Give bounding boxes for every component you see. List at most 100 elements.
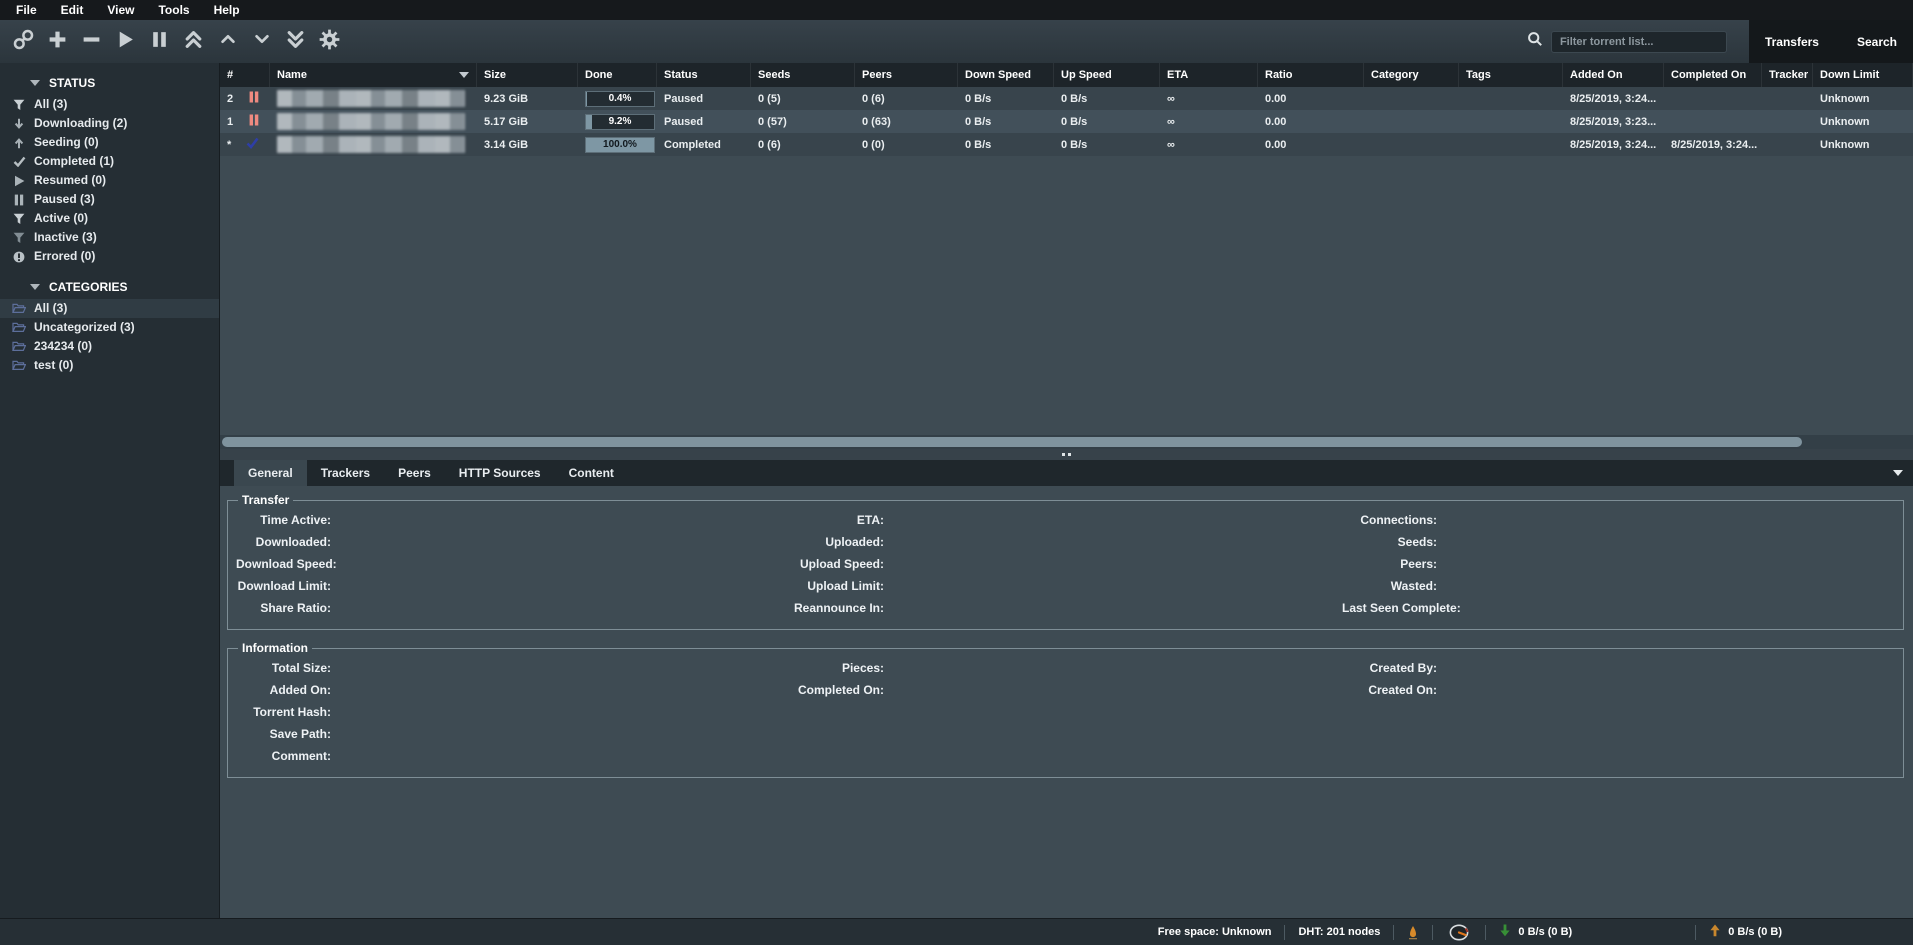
options-button[interactable]: [316, 28, 343, 55]
move-down-button[interactable]: [248, 28, 275, 55]
tab-transfers[interactable]: Transfers: [1765, 35, 1819, 49]
column-header-label: Peers: [862, 69, 892, 81]
detail-tab-content[interactable]: Content: [555, 460, 628, 486]
detail-label: Downloaded:: [236, 535, 331, 549]
move-up-button[interactable]: [214, 28, 241, 55]
column-header-label: Down Limit: [1820, 69, 1879, 81]
cell-name: [270, 133, 477, 156]
progress-label: 9.2%: [586, 115, 654, 129]
detail-row: Comment:: [236, 745, 789, 767]
detail-tab-http-sources[interactable]: HTTP Sources: [445, 460, 555, 486]
column-header-up-speed[interactable]: Up Speed: [1054, 63, 1160, 87]
cell-category: [1364, 87, 1459, 110]
panel-splitter-handle[interactable]: [220, 449, 1913, 460]
column-header-tags[interactable]: Tags: [1459, 63, 1563, 87]
status-filter-inactive[interactable]: Inactive (3): [0, 228, 219, 247]
column-header-tracker[interactable]: Tracker: [1762, 63, 1813, 87]
detail-tab-trackers[interactable]: Trackers: [307, 460, 384, 486]
cell-status: Completed: [657, 133, 751, 156]
category-uncategorized[interactable]: Uncategorized (3): [0, 318, 219, 337]
column-header-eta[interactable]: ETA: [1160, 63, 1258, 87]
status-filter-downloading[interactable]: Downloading (2): [0, 114, 219, 133]
cell-done: 9.2%: [578, 110, 657, 133]
torrent-row[interactable]: 29.23 GiB0.4%Paused0 (5)0 (6)0 B/s0 B/s∞…: [220, 87, 1913, 110]
filter-torrent-input[interactable]: [1551, 31, 1727, 53]
status-section-header[interactable]: STATUS: [0, 72, 219, 95]
cell-seeds: 0 (57): [751, 110, 855, 133]
cell-num: 2: [220, 87, 270, 110]
detail-row: Created On:: [1342, 679, 1895, 701]
cell-down-speed: 0 B/s: [958, 110, 1054, 133]
category-234234[interactable]: 234234 (0): [0, 337, 219, 356]
column-header-category[interactable]: Category: [1364, 63, 1459, 87]
resume-button[interactable]: [112, 28, 139, 55]
column-header-label: #: [227, 69, 233, 81]
move-down-icon: [253, 30, 271, 53]
cell-completed-on: 8/25/2019, 3:24...: [1664, 133, 1762, 156]
status-filter-seeding[interactable]: Seeding (0): [0, 133, 219, 152]
detail-row: Connections:: [1342, 509, 1895, 531]
scrollbar-thumb[interactable]: [222, 437, 1802, 447]
status-header-label: STATUS: [49, 76, 95, 90]
column-header-label: Tags: [1466, 69, 1491, 81]
tab-search[interactable]: Search: [1857, 35, 1897, 49]
menu-help[interactable]: Help: [202, 0, 252, 20]
category-label: test (0): [34, 359, 73, 372]
move-bottom-button[interactable]: [282, 28, 309, 55]
status-filter-completed[interactable]: Completed (1): [0, 152, 219, 171]
status-filter-active[interactable]: Active (0): [0, 209, 219, 228]
check-icon: [12, 156, 26, 167]
status-filter-all[interactable]: All (3): [0, 95, 219, 114]
funnel-icon: [12, 213, 26, 225]
alt-speed-limits-icon[interactable]: [1433, 919, 1485, 945]
detail-row: Seeds:: [1342, 531, 1895, 553]
torrent-row[interactable]: 15.17 GiB9.2%Paused0 (57)0 (63)0 B/s0 B/…: [220, 110, 1913, 133]
column-header-name[interactable]: Name: [270, 63, 477, 87]
menu-view[interactable]: View: [95, 0, 146, 20]
category-label: All (3): [34, 302, 67, 315]
cell-status: Paused: [657, 110, 751, 133]
column-header-ratio[interactable]: Ratio: [1258, 63, 1364, 87]
status-filter-label: Completed (1): [34, 155, 114, 168]
menu-file[interactable]: File: [4, 0, 49, 20]
column-header-peers[interactable]: Peers: [855, 63, 958, 87]
cell-completed-on: [1664, 110, 1762, 133]
column-header-down-speed[interactable]: Down Speed: [958, 63, 1054, 87]
cell-size: 5.17 GiB: [477, 110, 578, 133]
pause-button[interactable]: [146, 28, 173, 55]
detail-tab-general[interactable]: General: [234, 460, 307, 486]
link-button[interactable]: [10, 28, 37, 55]
menu-edit[interactable]: Edit: [49, 0, 96, 20]
cell-tracker: [1762, 87, 1813, 110]
move-top-button[interactable]: [180, 28, 207, 55]
toolbar-right: Transfers Search: [1527, 20, 1913, 63]
fieldset-column: Connections:Seeds:Peers:Wasted:Last Seen…: [1342, 509, 1895, 619]
status-filter-resumed[interactable]: Resumed (0): [0, 171, 219, 190]
collapse-triangle-icon: [30, 284, 40, 290]
column-header-status[interactable]: Status: [657, 63, 751, 87]
menu-tools[interactable]: Tools: [146, 0, 201, 20]
detail-label: Comment:: [236, 749, 331, 763]
column-header-completed-on[interactable]: Completed On: [1664, 63, 1762, 87]
chevron-down-icon[interactable]: [1893, 470, 1903, 476]
column-header-num[interactable]: #: [220, 63, 270, 87]
add-torrent-button[interactable]: [44, 28, 71, 55]
sidebar: STATUS All (3)Downloading (2)Seeding (0)…: [0, 63, 220, 918]
progress-bar: 9.2%: [585, 114, 655, 130]
cell-done: 0.4%: [578, 87, 657, 110]
category-test[interactable]: test (0): [0, 356, 219, 375]
cell-name: [270, 110, 477, 133]
status-filter-paused[interactable]: Paused (3): [0, 190, 219, 209]
column-header-down-limit[interactable]: Down Limit: [1813, 63, 1913, 87]
torrent-row[interactable]: *3.14 GiB100.0%Completed0 (6)0 (0)0 B/s0…: [220, 133, 1913, 156]
column-header-added-on[interactable]: Added On: [1563, 63, 1664, 87]
detail-row: Uploaded:: [789, 531, 1342, 553]
categories-section-header[interactable]: CATEGORIES: [0, 276, 219, 299]
column-header-done[interactable]: Done: [578, 63, 657, 87]
column-header-seeds[interactable]: Seeds: [751, 63, 855, 87]
column-header-size[interactable]: Size: [477, 63, 578, 87]
delete-button[interactable]: [78, 28, 105, 55]
detail-tab-peers[interactable]: Peers: [384, 460, 445, 486]
category-all[interactable]: All (3): [0, 299, 219, 318]
status-filter-errored[interactable]: Errored (0): [0, 247, 219, 266]
